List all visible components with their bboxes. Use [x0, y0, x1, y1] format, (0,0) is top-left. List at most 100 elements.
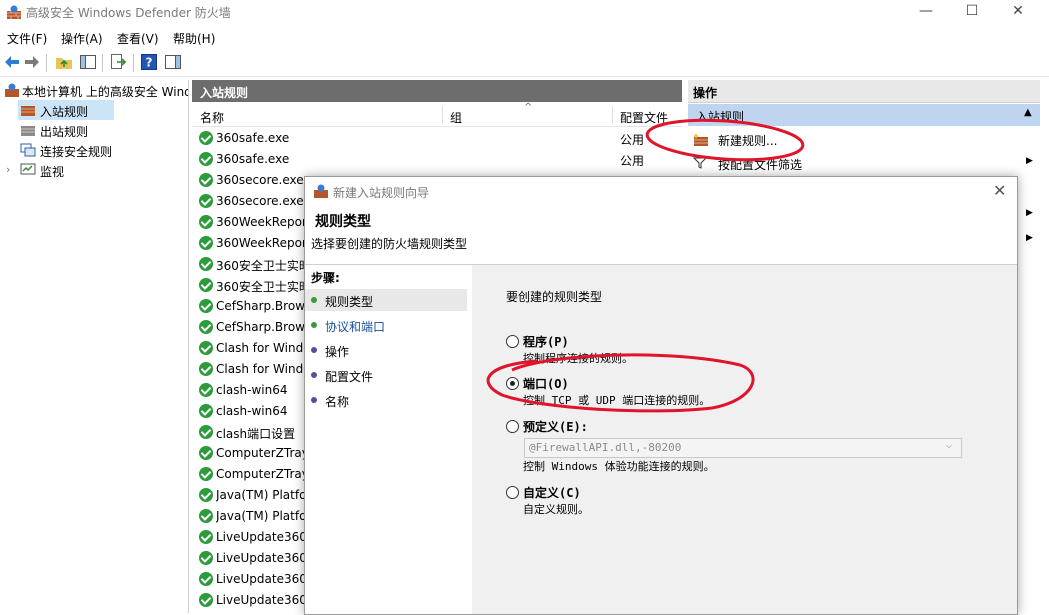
- step-dot-icon: [311, 297, 317, 303]
- action-new-rule[interactable]: 新建规则...: [688, 128, 1040, 152]
- column-name[interactable]: 名称: [200, 109, 224, 126]
- enabled-check-icon: [199, 341, 213, 355]
- maximize-button[interactable]: ☐: [949, 0, 995, 24]
- rule-name: ComputerZTray: [216, 467, 308, 481]
- enabled-check-icon: [199, 215, 213, 229]
- tree-item-monitoring[interactable]: › 监视: [0, 160, 188, 180]
- enabled-check-icon: [199, 509, 213, 523]
- step-dot-icon: [311, 347, 317, 353]
- dialog-banner: [305, 205, 1017, 263]
- step-label: 配置文件: [325, 370, 374, 384]
- rule-name: 360safe.exe: [216, 131, 290, 145]
- rule-name: ComputerZTray: [216, 446, 308, 460]
- firewall-icon: [5, 83, 19, 97]
- radio-program[interactable]: [506, 335, 519, 348]
- column-divider[interactable]: [442, 106, 443, 124]
- firewall-app-icon: [7, 5, 21, 19]
- menu-view[interactable]: 查看(V): [117, 30, 159, 47]
- option-predefined-desc: 控制 Windows 体验功能连接的规则。: [523, 460, 715, 473]
- chevron-right-icon[interactable]: ›: [6, 163, 10, 176]
- rule-name: clash端口设置: [216, 427, 296, 441]
- show-hide-console-tree-icon[interactable]: [79, 53, 97, 71]
- up-folder-icon[interactable]: [55, 53, 73, 71]
- inbound-rules-icon: [21, 106, 35, 116]
- collapse-up-icon[interactable]: ▲: [1024, 107, 1032, 118]
- rule-name: 360WeekReport: [216, 215, 308, 229]
- submenu-arrow-icon: ▶: [1026, 208, 1033, 218]
- table-row[interactable]: 360safe.exe 公用: [192, 128, 682, 149]
- column-profile[interactable]: 配置文件: [620, 109, 670, 126]
- column-group[interactable]: 组: [450, 109, 462, 126]
- steps-label: 步骤:: [311, 271, 340, 285]
- rule-type-prompt: 要创建的规则类型: [506, 290, 603, 304]
- action-label: 按配置文件筛选: [718, 158, 803, 172]
- predefined-rule-select[interactable]: @FirewallAPI.dll,-80200 ⌵: [524, 438, 962, 458]
- tree-item-label: 连接安全规则: [40, 145, 113, 159]
- show-hide-action-pane-icon[interactable]: [164, 53, 182, 71]
- monitoring-icon: [20, 163, 36, 175]
- step-action[interactable]: 操作: [305, 339, 467, 361]
- step-label: 规则类型: [325, 295, 374, 309]
- action-filter-by-profile[interactable]: 按配置文件筛选 ▶: [688, 152, 1040, 176]
- option-predefined-label[interactable]: 预定义(E):: [523, 418, 588, 435]
- close-button[interactable]: ✕: [995, 0, 1041, 24]
- enabled-check-icon: [199, 236, 213, 250]
- column-header: 名称 组 ^ 配置文件: [192, 102, 682, 127]
- tree-item-label: 入站规则: [40, 105, 89, 119]
- firewall-app-icon: [314, 184, 328, 198]
- table-row[interactable]: 360safe.exe 公用: [192, 149, 682, 170]
- option-program-label[interactable]: 程序(P): [523, 333, 569, 350]
- step-label: 名称: [325, 395, 350, 409]
- menu-action[interactable]: 操作(A): [61, 30, 103, 47]
- column-divider[interactable]: [612, 106, 613, 124]
- dialog-heading: 规则类型: [315, 214, 371, 230]
- sort-up-icon: ^: [524, 102, 533, 113]
- predefined-select-value: @FirewallAPI.dll,-80200: [529, 441, 682, 454]
- wizard-steps: 步骤: 规则类型 协议和端口 操作 配置文件 名称: [305, 265, 471, 614]
- option-custom-label[interactable]: 自定义(C): [523, 484, 581, 501]
- enabled-check-icon: [199, 278, 213, 292]
- menu-file[interactable]: 文件(F): [7, 30, 47, 47]
- option-port-label[interactable]: 端口(O): [523, 375, 569, 392]
- rule-name: 360safe.exe: [216, 152, 290, 166]
- toolbar-separator: [46, 54, 47, 72]
- step-profile[interactable]: 配置文件: [305, 364, 467, 386]
- option-custom-desc: 自定义规则。: [523, 503, 589, 516]
- rule-name: Java(TM) Platform: [216, 509, 308, 523]
- step-rule-type[interactable]: 规则类型: [305, 289, 467, 311]
- export-list-icon[interactable]: [109, 53, 127, 71]
- enabled-check-icon: [199, 446, 213, 460]
- tree-item-connection-security-rules[interactable]: 连接安全规则: [18, 140, 188, 160]
- menu-help[interactable]: 帮助(H): [173, 30, 215, 47]
- dialog-title: 新建入站规则向导: [333, 186, 430, 200]
- step-dot-icon: [311, 322, 317, 328]
- radio-predefined[interactable]: [506, 420, 519, 433]
- enabled-check-icon: [199, 152, 213, 166]
- dialog-close-button[interactable]: ✕: [993, 181, 1006, 200]
- new-inbound-rule-wizard-dialog: 新建入站规则向导 ✕ 规则类型 选择要创建的防火墙规则类型 步骤: 规则类型 协…: [304, 176, 1018, 615]
- connection-security-icon: [20, 143, 36, 157]
- help-icon[interactable]: ?: [140, 53, 158, 71]
- tree-root[interactable]: 本地计算机 上的高级安全 Windows: [0, 80, 188, 100]
- rule-name: LiveUpdate360: [216, 593, 307, 607]
- minimize-button[interactable]: —: [903, 0, 949, 24]
- enabled-check-icon: [199, 299, 213, 313]
- step-name[interactable]: 名称: [305, 389, 467, 411]
- back-arrow-icon[interactable]: [3, 53, 21, 71]
- actions-pane-header: 操作: [688, 80, 1040, 103]
- outbound-rules-icon: [21, 126, 35, 136]
- toolbar-separator: [102, 54, 103, 72]
- rule-name: 360WeekReport: [216, 236, 308, 250]
- tree-item-inbound-rules[interactable]: 入站规则: [18, 100, 114, 120]
- chevron-down-icon: ⌵: [946, 440, 953, 451]
- radio-port[interactable]: [506, 377, 519, 390]
- tree-item-outbound-rules[interactable]: 出站规则: [18, 120, 188, 140]
- forward-arrow-icon[interactable]: [23, 53, 41, 71]
- dialog-subheading: 选择要创建的防火墙规则类型: [311, 237, 468, 251]
- rule-name: LiveUpdate360: [216, 551, 307, 565]
- step-protocol-and-ports[interactable]: 协议和端口: [305, 314, 467, 336]
- radio-custom[interactable]: [506, 486, 519, 499]
- rule-name: Clash for Windows: [216, 341, 308, 355]
- actions-section-inbound-rules[interactable]: 入站规则 ▲: [688, 104, 1040, 126]
- rule-profile: 公用: [620, 133, 645, 147]
